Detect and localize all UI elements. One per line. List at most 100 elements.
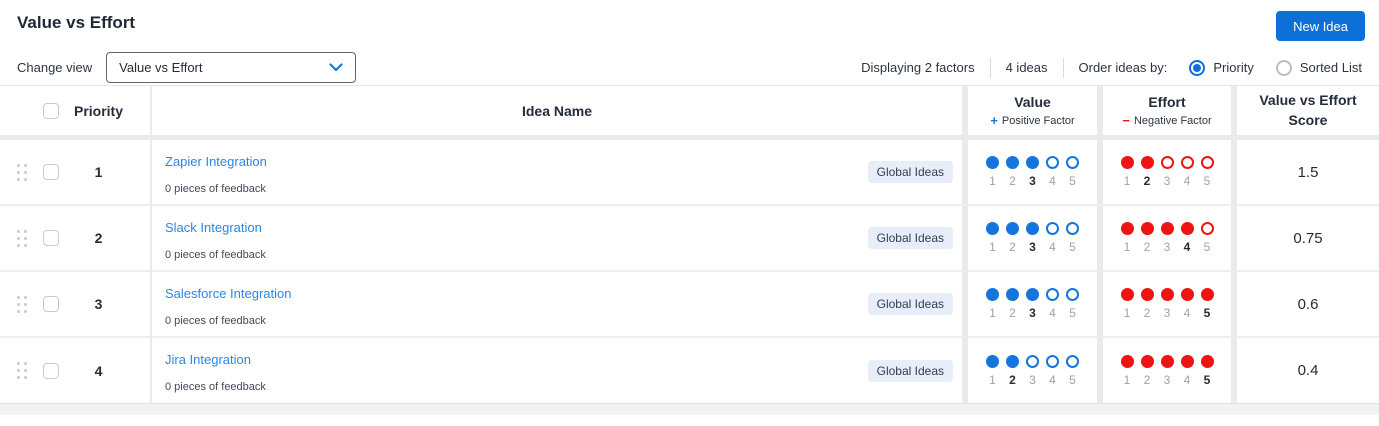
value-scale-number-5[interactable]: 5: [1066, 174, 1079, 188]
effort-scale-number-2[interactable]: 2: [1141, 306, 1154, 320]
effort-scale-number-1[interactable]: 1: [1121, 306, 1134, 320]
value-rating-dot-4[interactable]: [1046, 288, 1059, 301]
effort-rating-dot-2[interactable]: [1140, 288, 1154, 301]
order-by-priority-option[interactable]: Priority: [1189, 59, 1254, 76]
effort-rating-dot-2[interactable]: [1140, 354, 1154, 368]
effort-scale-number-5[interactable]: 5: [1201, 174, 1214, 188]
effort-scale-number-2[interactable]: 2: [1141, 240, 1154, 254]
value-rating-dot-1[interactable]: [986, 288, 999, 301]
effort-scale-number-3[interactable]: 3: [1161, 306, 1174, 320]
value-scale-number-5[interactable]: 5: [1066, 240, 1079, 254]
value-scale-number-3[interactable]: 3: [1026, 373, 1039, 387]
value-scale-number-2[interactable]: 2: [1006, 306, 1019, 320]
value-scale-number-1[interactable]: 1: [986, 306, 999, 320]
value-rating-dot-1[interactable]: [986, 156, 999, 169]
value-scale-number-3[interactable]: 3: [1026, 174, 1039, 188]
effort-scale-number-2[interactable]: 2: [1141, 174, 1154, 188]
radio-icon[interactable]: [1189, 59, 1206, 76]
effort-rating-dot-2[interactable]: [1140, 156, 1154, 169]
effort-scale-number-1[interactable]: 1: [1121, 174, 1134, 188]
value-scale-number-1[interactable]: 1: [986, 174, 999, 188]
effort-rating-dot-1[interactable]: [1120, 354, 1134, 368]
new-idea-button[interactable]: New Idea: [1276, 11, 1365, 41]
value-rating-dot-5[interactable]: [1066, 288, 1079, 301]
drag-handle-icon[interactable]: [17, 229, 27, 247]
value-rating-dot-2[interactable]: [1006, 222, 1019, 235]
value-scale-number-4[interactable]: 4: [1046, 174, 1059, 188]
idea-tag[interactable]: Global Ideas: [867, 293, 953, 315]
idea-name-link[interactable]: Slack Integration: [165, 220, 262, 235]
row-checkbox[interactable]: [43, 164, 59, 180]
effort-rating-dot-4[interactable]: [1180, 156, 1194, 169]
idea-tag[interactable]: Global Ideas: [867, 227, 953, 249]
radio-label[interactable]: Priority: [1213, 60, 1253, 75]
effort-rating-dot-5[interactable]: [1200, 222, 1214, 235]
row-checkbox[interactable]: [43, 230, 59, 246]
effort-scale-number-5[interactable]: 5: [1201, 240, 1214, 254]
value-rating-dot-3[interactable]: [1026, 222, 1039, 235]
idea-name-link[interactable]: Zapier Integration: [165, 154, 267, 169]
order-by-sorted-list-option[interactable]: Sorted List: [1275, 59, 1362, 76]
radio-icon[interactable]: [1275, 59, 1292, 76]
value-rating-dot-3[interactable]: [1026, 354, 1039, 368]
radio-label[interactable]: Sorted List: [1300, 60, 1362, 75]
effort-scale-number-5[interactable]: 5: [1201, 373, 1214, 387]
value-rating-dot-5[interactable]: [1066, 156, 1079, 169]
value-scale-number-1[interactable]: 1: [986, 373, 999, 387]
effort-scale-number-4[interactable]: 4: [1181, 373, 1194, 387]
effort-scale-number-3[interactable]: 3: [1161, 373, 1174, 387]
value-scale-number-2[interactable]: 2: [1006, 174, 1019, 188]
value-rating-dot-4[interactable]: [1046, 156, 1059, 169]
effort-rating-dot-3[interactable]: [1160, 288, 1174, 301]
idea-tag[interactable]: Global Ideas: [867, 359, 953, 382]
effort-rating-dot-2[interactable]: [1140, 222, 1154, 235]
effort-scale-number-3[interactable]: 3: [1161, 240, 1174, 254]
effort-rating-dot-5[interactable]: [1200, 288, 1214, 301]
effort-scale-number-4[interactable]: 4: [1181, 174, 1194, 188]
row-checkbox[interactable]: [43, 362, 59, 379]
effort-scale-number-4[interactable]: 4: [1181, 240, 1194, 254]
effort-rating-dot-4[interactable]: [1180, 288, 1194, 301]
drag-handle-icon[interactable]: [17, 295, 27, 313]
effort-rating-dot-5[interactable]: [1200, 156, 1214, 169]
value-scale-number-1[interactable]: 1: [986, 240, 999, 254]
value-rating-dot-5[interactable]: [1066, 354, 1079, 368]
effort-rating-dot-4[interactable]: [1180, 222, 1194, 235]
effort-rating-dot-1[interactable]: [1120, 288, 1134, 301]
select-all-checkbox[interactable]: [43, 102, 59, 119]
effort-scale-number-4[interactable]: 4: [1181, 306, 1194, 320]
value-rating-dot-5[interactable]: [1066, 222, 1079, 235]
effort-scale-number-1[interactable]: 1: [1121, 240, 1134, 254]
effort-rating-dot-1[interactable]: [1120, 222, 1134, 235]
drag-handle-icon[interactable]: [17, 362, 27, 379]
row-checkbox[interactable]: [43, 296, 59, 312]
drag-handle-icon[interactable]: [17, 163, 27, 181]
value-scale-number-4[interactable]: 4: [1046, 373, 1059, 387]
value-rating-dot-1[interactable]: [986, 222, 999, 235]
effort-scale-number-3[interactable]: 3: [1161, 174, 1174, 188]
value-rating-dot-2[interactable]: [1006, 288, 1019, 301]
value-scale-number-4[interactable]: 4: [1046, 306, 1059, 320]
value-rating-dot-1[interactable]: [986, 354, 999, 368]
effort-scale-number-5[interactable]: 5: [1201, 306, 1214, 320]
value-scale-number-5[interactable]: 5: [1066, 306, 1079, 320]
idea-name-link[interactable]: Salesforce Integration: [165, 286, 291, 301]
value-scale-number-2[interactable]: 2: [1006, 373, 1019, 387]
value-rating-dot-3[interactable]: [1026, 288, 1039, 301]
effort-rating-dot-3[interactable]: [1160, 156, 1174, 169]
value-rating-dot-4[interactable]: [1046, 222, 1059, 235]
idea-name-link[interactable]: Jira Integration: [165, 352, 251, 367]
value-rating-dot-4[interactable]: [1046, 354, 1059, 368]
effort-scale-number-1[interactable]: 1: [1121, 373, 1134, 387]
effort-rating-dot-4[interactable]: [1180, 354, 1194, 368]
value-scale-number-2[interactable]: 2: [1006, 240, 1019, 254]
effort-scale-number-2[interactable]: 2: [1141, 373, 1154, 387]
value-rating-dot-2[interactable]: [1006, 156, 1019, 169]
value-scale-number-4[interactable]: 4: [1046, 240, 1059, 254]
value-rating-dot-2[interactable]: [1006, 354, 1019, 368]
value-scale-number-3[interactable]: 3: [1026, 306, 1039, 320]
value-rating-dot-3[interactable]: [1026, 156, 1039, 169]
value-scale-number-5[interactable]: 5: [1066, 373, 1079, 387]
value-scale-number-3[interactable]: 3: [1026, 240, 1039, 254]
effort-rating-dot-1[interactable]: [1120, 156, 1134, 169]
